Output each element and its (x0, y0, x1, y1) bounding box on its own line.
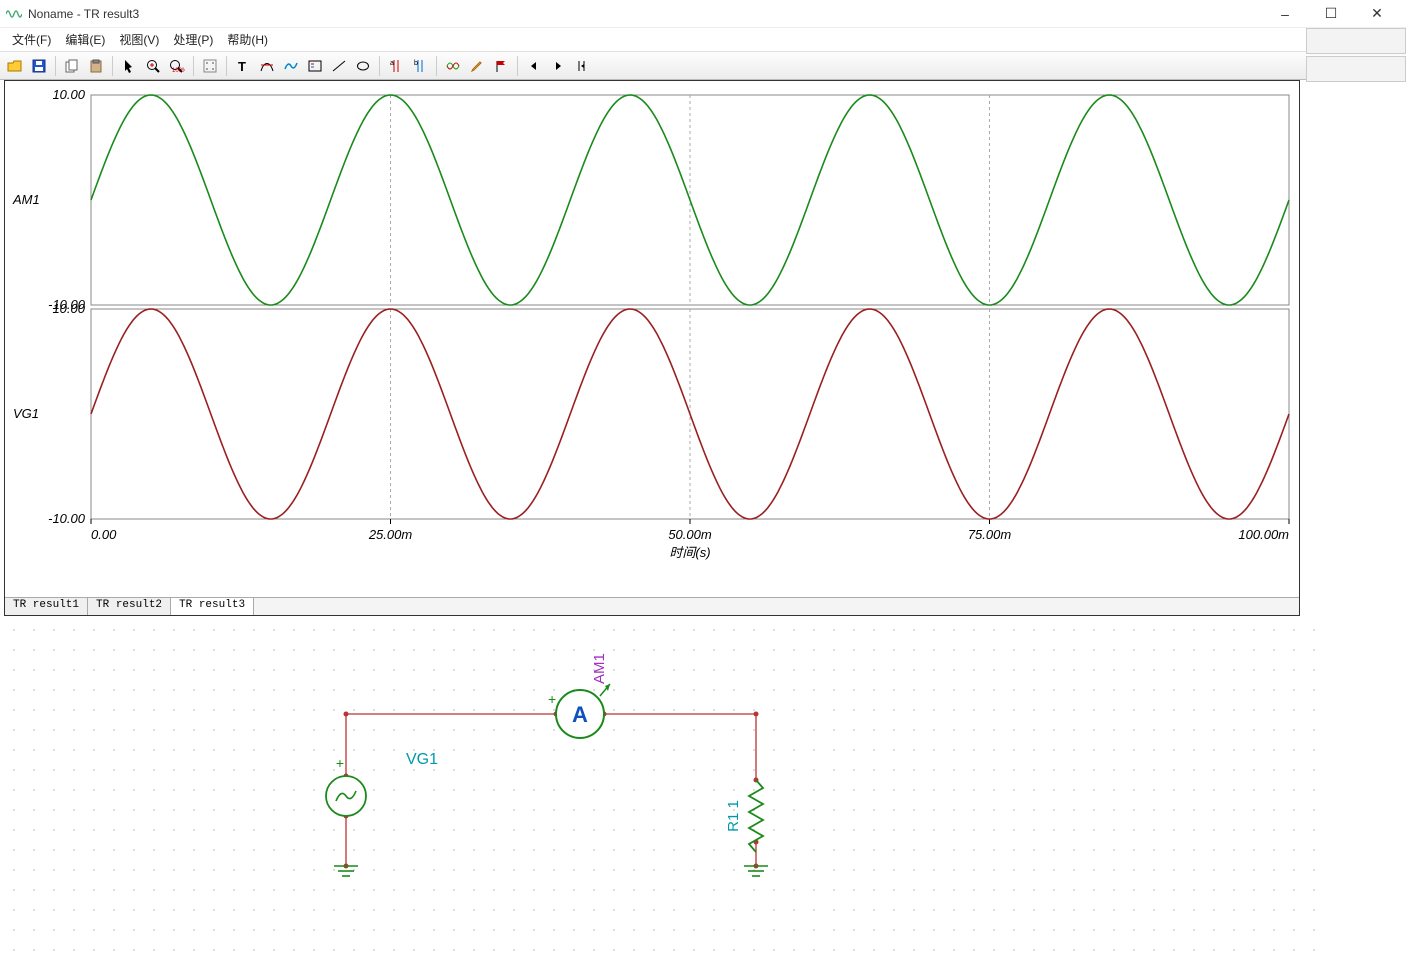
xtick-label: 25.00m (368, 527, 413, 542)
menu-edit[interactable]: 编辑(E) (59, 29, 111, 50)
svg-text:T: T (238, 59, 246, 73)
maximize-button[interactable]: ☐ (1308, 0, 1354, 28)
minimize-button[interactable]: – (1262, 0, 1308, 28)
xaxis-label: 时间(s) (669, 545, 710, 560)
svg-text:100%: 100% (172, 68, 185, 73)
left-arrow-icon[interactable] (523, 55, 545, 77)
text-icon[interactable]: T (232, 55, 254, 77)
plot-window: 0.00 25.00m 50.00m 75.00m 100.00m 时间(s) 10.00 -… (4, 80, 1300, 616)
label-vg1: VG1 (406, 751, 438, 768)
menu-file[interactable]: 文件(F) (6, 29, 57, 50)
tab-tr-result1[interactable]: TR result1 (5, 598, 88, 615)
line-icon[interactable] (256, 55, 278, 77)
svg-text:+: + (548, 691, 556, 707)
svg-text:a: a (390, 60, 394, 67)
menubar: 文件(F) 编辑(E) 视图(V) 处理(P) 帮助(H) (0, 28, 1406, 52)
window-title: Noname - TR result3 (28, 7, 1262, 21)
series-name-VG1: VG1 (13, 406, 39, 421)
plot-tabs: TR result1TR result2TR result3 (5, 597, 1299, 615)
open-icon[interactable] (4, 55, 26, 77)
tab-tr-result2[interactable]: TR result2 (88, 598, 171, 615)
menu-help[interactable]: 帮助(H) (221, 29, 274, 50)
label-r1: R1 1 (725, 800, 742, 832)
zoom-fit-icon[interactable]: 100% (166, 55, 188, 77)
xtick-label: 75.00m (968, 527, 1012, 542)
ellipse-icon[interactable] (352, 55, 374, 77)
save-icon[interactable] (28, 55, 50, 77)
vbar-icon[interactable] (571, 55, 593, 77)
legend-icon[interactable] (304, 55, 326, 77)
curve-icon[interactable] (280, 55, 302, 77)
series-name-AM1: AM1 (12, 192, 40, 207)
xtick-label: 50.00m (668, 527, 712, 542)
chart-area[interactable]: 0.00 25.00m 50.00m 75.00m 100.00m 时间(s) 10.00 -… (5, 81, 1299, 597)
flag-icon[interactable] (490, 55, 512, 77)
pointer-icon[interactable] (118, 55, 140, 77)
xtick-label: 0.00 (91, 527, 117, 542)
right-arrow-icon[interactable] (547, 55, 569, 77)
svg-text:A: A (572, 702, 588, 727)
label-am1: AM1 (591, 653, 608, 684)
close-button[interactable]: ✕ (1354, 0, 1400, 28)
tangent-icon[interactable] (328, 55, 350, 77)
cursor-b-icon[interactable]: b (409, 55, 431, 77)
svg-text:+: + (336, 755, 344, 771)
menu-process[interactable]: 处理(P) (167, 29, 219, 50)
tab-tr-result3[interactable]: TR result3 (171, 598, 254, 615)
ytick-label: -10.00 (48, 511, 86, 526)
toolbar: 100% Ta b (0, 52, 1406, 80)
menu-view[interactable]: 视图(V) (113, 29, 165, 50)
svg-text:b: b (414, 60, 418, 67)
xtick-label: 100.00m (1238, 527, 1289, 542)
ytick-label: 10.00 (52, 301, 85, 316)
paste-icon[interactable] (85, 55, 107, 77)
grid-icon[interactable] (199, 55, 221, 77)
titlebar: Noname - TR result3 – ☐ ✕ (0, 0, 1406, 28)
ytick-label: 10.00 (52, 87, 85, 102)
schematic-canvas[interactable]: + VG1 A + AM1 R1 1 (0, 616, 1320, 951)
axes-icon[interactable] (442, 55, 464, 77)
copy-icon[interactable] (61, 55, 83, 77)
cursor-a-icon[interactable]: a (385, 55, 407, 77)
pencil-icon[interactable] (466, 55, 488, 77)
app-icon (6, 6, 22, 22)
zoom-in-icon[interactable] (142, 55, 164, 77)
side-panel-stub (1306, 28, 1406, 83)
